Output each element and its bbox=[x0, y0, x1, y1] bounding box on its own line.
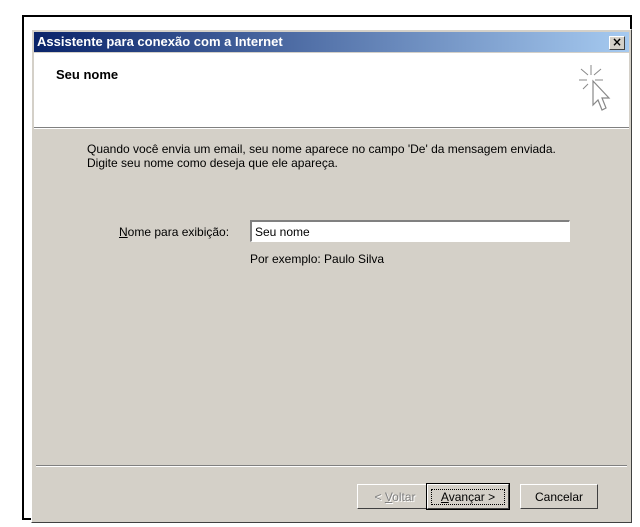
header-divider bbox=[34, 128, 629, 129]
title-bar[interactable]: Assistente para conexão com a Internet × bbox=[34, 32, 629, 52]
label-mnemonic: N bbox=[119, 225, 128, 239]
wizard-dialog: Assistente para conexão com a Internet ×… bbox=[31, 29, 632, 523]
wizard-sparkle-cursor-icon bbox=[579, 65, 611, 111]
example-hint: Por exemplo: Paulo Silva bbox=[250, 252, 385, 266]
cancel-button[interactable]: Cancelar bbox=[520, 484, 598, 509]
next-button[interactable]: Avançar > bbox=[426, 483, 510, 510]
display-name-label: Nome para exibição: bbox=[119, 225, 229, 239]
page-title: Seu nome bbox=[56, 67, 119, 82]
description-text: Quando você envia um email, seu nome apa… bbox=[87, 142, 556, 170]
display-name-input[interactable] bbox=[250, 220, 570, 242]
back-button[interactable]: < Voltar bbox=[357, 484, 433, 509]
footer-separator bbox=[36, 465, 627, 467]
label-rest: ome para exibição: bbox=[127, 225, 230, 239]
close-button[interactable]: × bbox=[609, 36, 625, 50]
wizard-header: Seu nome bbox=[34, 53, 629, 128]
window-title: Assistente para conexão com a Internet bbox=[37, 34, 283, 49]
next-focus-rect: Avançar > bbox=[431, 488, 505, 505]
close-icon: × bbox=[611, 35, 623, 49]
